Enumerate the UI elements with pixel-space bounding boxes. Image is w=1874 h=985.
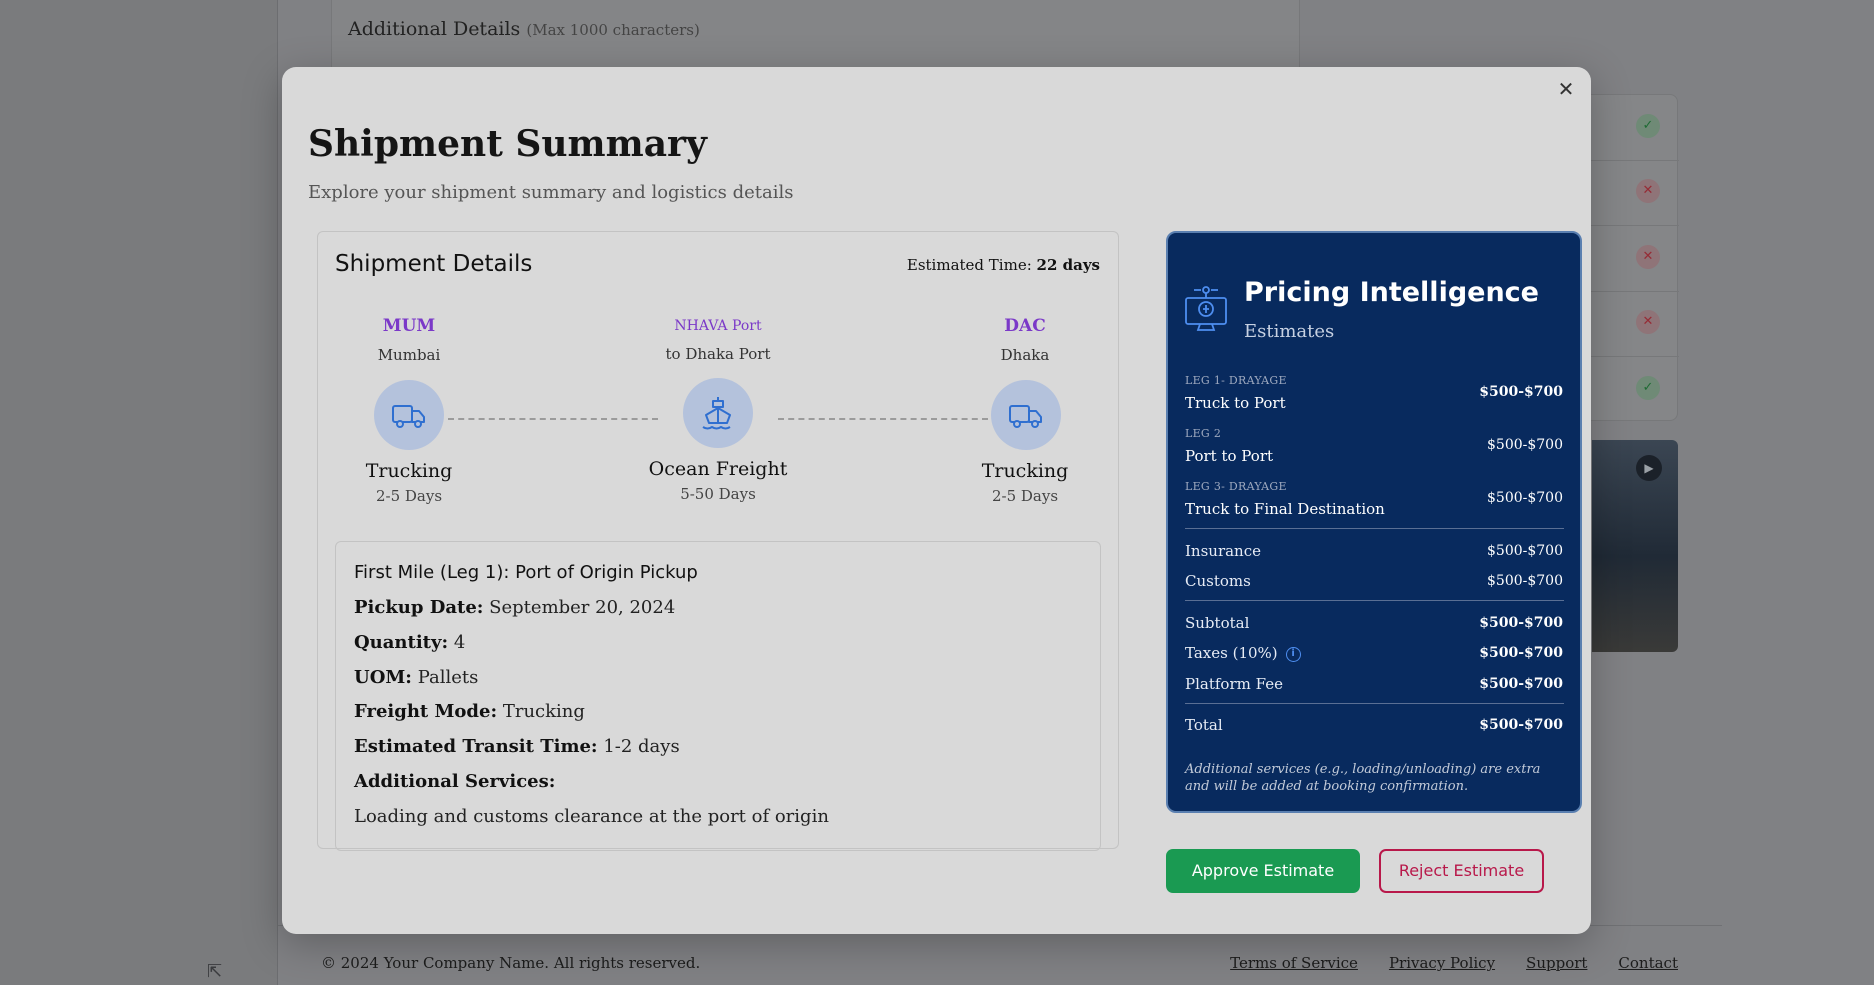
leg-3-label: LEG 3- DRAYAGE xyxy=(1185,480,1287,493)
pricing-divider xyxy=(1185,600,1564,601)
subtotal-amount: $500-$700 xyxy=(1479,615,1563,631)
check-icon: ✓ xyxy=(1636,376,1660,400)
sidebar xyxy=(0,0,278,985)
truck-icon xyxy=(991,380,1061,450)
services-value: Loading and customs clearance at the por… xyxy=(354,806,829,827)
middle-mode: Ocean Freight xyxy=(648,458,788,480)
leg-2-amount: $500-$700 xyxy=(1487,437,1563,453)
customs-label: Customs xyxy=(1185,572,1251,590)
services-label: Additional Services: xyxy=(354,771,556,792)
pricing-note: Additional services (e.g., loading/unloa… xyxy=(1185,762,1541,794)
taxes-label: Taxes (10%) xyxy=(1185,644,1278,662)
x-icon: ✕ xyxy=(1636,245,1660,269)
estimated-time-label: Estimated Time: xyxy=(906,256,1032,274)
modal-title: Shipment Summary xyxy=(308,123,707,165)
footer-links: Terms of Service Privacy Policy Support … xyxy=(1230,954,1678,972)
additional-details-hint: (Max 1000 characters) xyxy=(526,21,700,39)
footer-link-privacy[interactable]: Privacy Policy xyxy=(1389,954,1495,972)
origin-code: MUM xyxy=(382,316,436,336)
destination-code: DAC xyxy=(1004,316,1046,336)
check-icon: ✓ xyxy=(1636,114,1660,138)
leg-3-name: Truck to Final Destination xyxy=(1185,500,1385,518)
pricing-divider xyxy=(1185,703,1564,704)
transit-time-value: 1-2 days xyxy=(603,736,680,757)
pickup-date-label: Pickup Date: xyxy=(354,597,484,618)
middle-days: 5-50 Days xyxy=(680,485,756,503)
warehouse-video-thumbnail[interactable] xyxy=(1592,440,1678,652)
estimated-time-value: 22 days xyxy=(1036,256,1100,274)
shipment-details-title: Shipment Details xyxy=(335,251,533,277)
quantity-label: Quantity: xyxy=(354,632,449,653)
services-row: Additional Services: xyxy=(354,771,555,792)
freight-mode-label: Freight Mode: xyxy=(354,701,498,722)
leg-1-label: LEG 1- DRAYAGE xyxy=(1185,374,1287,387)
footer-link-terms[interactable]: Terms of Service xyxy=(1230,954,1358,972)
origin-mode: Trucking xyxy=(365,460,453,482)
additional-details-title: Additional Details xyxy=(348,18,521,40)
pricing-divider xyxy=(1185,528,1564,529)
leg-3-amount: $500-$700 xyxy=(1487,490,1563,506)
info-icon[interactable]: i xyxy=(1285,646,1301,662)
reject-estimate-button[interactable]: Reject Estimate xyxy=(1379,849,1544,893)
footer-link-contact[interactable]: Contact xyxy=(1618,954,1678,972)
customs-amount: $500-$700 xyxy=(1487,573,1563,589)
ship-icon xyxy=(683,378,753,448)
platform-fee-amount: $500-$700 xyxy=(1479,676,1563,692)
total-label: Total xyxy=(1185,716,1223,734)
uom-value: Pallets xyxy=(417,667,479,688)
insurance-label: Insurance xyxy=(1185,542,1261,560)
platform-fee-label: Platform Fee xyxy=(1185,675,1283,693)
leg-2-name: Port to Port xyxy=(1185,447,1274,465)
quantity-value: 4 xyxy=(453,632,466,653)
footer-copyright: © 2024 Your Company Name. All rights res… xyxy=(321,954,701,972)
total-amount: $500-$700 xyxy=(1479,717,1563,733)
destination-port: to Dhaka Port xyxy=(665,345,771,363)
pickup-date-row: Pickup Date: September 20, 2024 xyxy=(354,597,675,618)
leg-2-label: LEG 2 xyxy=(1185,427,1222,440)
x-icon: ✕ xyxy=(1636,179,1660,203)
route-connector xyxy=(778,418,988,420)
freight-mode-row: Freight Mode: Trucking xyxy=(354,701,585,722)
quantity-row: Quantity: 4 xyxy=(354,632,465,653)
leg-heading: First Mile (Leg 1): Port of Origin Picku… xyxy=(354,562,698,583)
destination-days: 2-5 Days xyxy=(991,487,1059,505)
origin-days: 2-5 Days xyxy=(375,487,443,505)
estimated-time: Estimated Time: 22 days xyxy=(907,256,1100,274)
play-icon[interactable]: ▶ xyxy=(1636,455,1662,481)
pricing-title: Pricing Intelligence xyxy=(1244,277,1539,308)
approve-estimate-button[interactable]: Approve Estimate xyxy=(1166,849,1360,893)
origin-port: NHAVA Port xyxy=(674,318,762,334)
logout-icon[interactable]: ⇱ xyxy=(207,961,222,982)
truck-icon xyxy=(374,380,444,450)
footer-link-support[interactable]: Support xyxy=(1526,954,1587,972)
destination-city: Dhaka xyxy=(1000,346,1050,364)
pricing-intelligence-icon xyxy=(1185,286,1227,331)
transit-time-row: Estimated Transit Time: 1-2 days xyxy=(354,736,680,757)
modal-subtitle: Explore your shipment summary and logist… xyxy=(308,182,794,203)
subtotal-label: Subtotal xyxy=(1185,614,1250,632)
leg-1-amount: $500-$700 xyxy=(1479,384,1563,400)
freight-mode-value: Trucking xyxy=(502,701,585,722)
leg-details-box xyxy=(335,541,1101,851)
route-connector xyxy=(448,418,658,420)
uom-row: UOM: Pallets xyxy=(354,667,478,688)
x-icon: ✕ xyxy=(1636,310,1660,334)
uom-label: UOM: xyxy=(354,667,412,688)
taxes-amount: $500-$700 xyxy=(1479,645,1563,661)
pricing-subtitle: Estimates xyxy=(1244,321,1335,342)
insurance-amount: $500-$700 xyxy=(1487,543,1563,559)
destination-mode: Trucking xyxy=(981,460,1069,482)
origin-city: Mumbai xyxy=(377,346,441,364)
transit-time-label: Estimated Transit Time: xyxy=(354,736,598,757)
close-icon[interactable]: ✕ xyxy=(1555,78,1577,100)
additional-details-label: Additional Details (Max 1000 characters) xyxy=(348,18,700,40)
pickup-date-value: September 20, 2024 xyxy=(489,597,676,618)
taxes-row: Taxes (10%) i xyxy=(1185,644,1301,662)
leg-1-name: Truck to Port xyxy=(1185,394,1286,412)
